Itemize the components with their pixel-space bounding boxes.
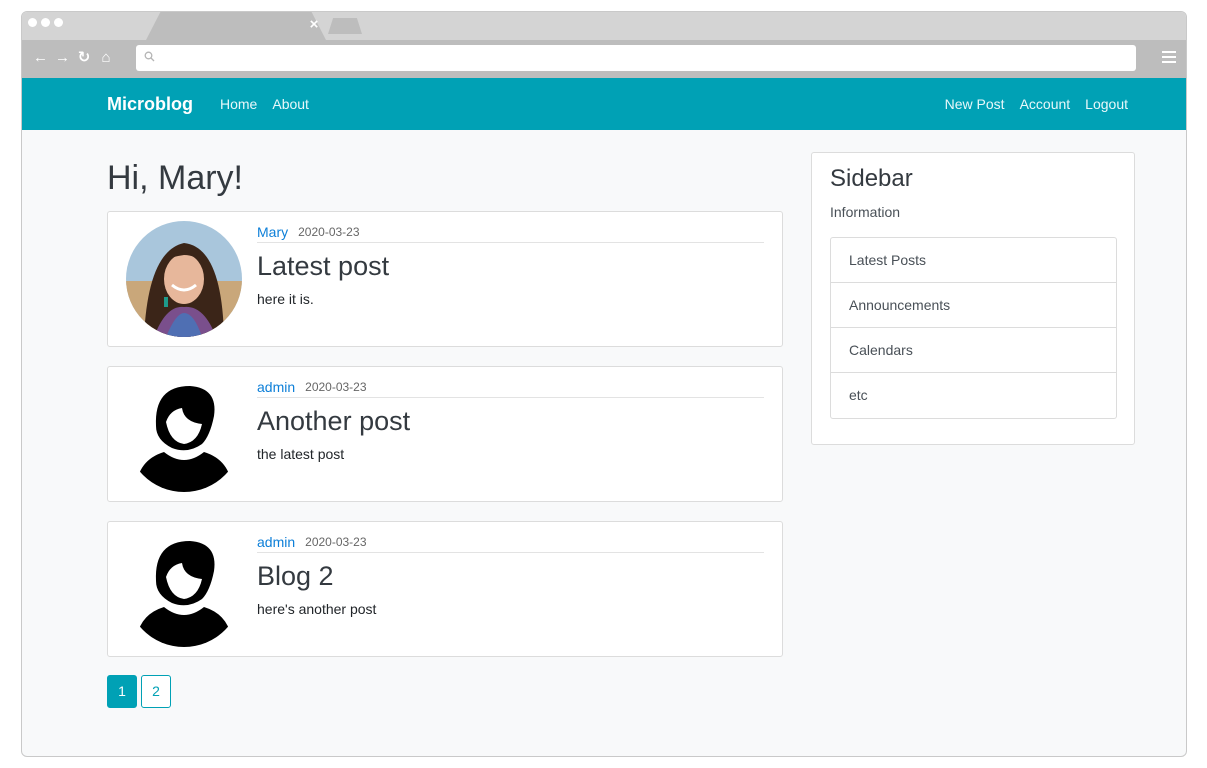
avatar: [126, 531, 242, 647]
nav-about-link[interactable]: About: [272, 95, 309, 113]
nav-logout-link[interactable]: Logout: [1085, 95, 1128, 113]
post-body: admin 2020-03-23 Another post the latest…: [257, 367, 764, 463]
pagination: 1 2: [107, 675, 171, 708]
post-body: Mary 2020-03-23 Latest post here it is.: [257, 212, 764, 308]
nav-home-link[interactable]: Home: [220, 95, 257, 113]
post-title: Latest post: [257, 251, 390, 281]
post-date: 2020-03-23: [298, 225, 360, 239]
tab-close-icon[interactable]: ×: [307, 17, 321, 33]
minimize-window-dot[interactable]: [41, 18, 50, 27]
post-card: admin 2020-03-23 Another post the latest…: [107, 366, 783, 502]
avatar: [126, 221, 242, 337]
post-date: 2020-03-23: [305, 535, 367, 549]
avatar: [126, 376, 242, 492]
nav-left: Home About: [220, 95, 309, 113]
maximize-window-dot[interactable]: [54, 18, 63, 27]
title-bar: ×: [22, 12, 1186, 40]
address-bar[interactable]: [136, 45, 1136, 71]
sidebar-item-calendars[interactable]: Calendars: [831, 328, 1116, 373]
close-window-dot[interactable]: [28, 18, 37, 27]
nav-new-post-link[interactable]: New Post: [945, 95, 1005, 113]
sidebar-item-latest-posts[interactable]: Latest Posts: [831, 238, 1116, 283]
post-date: 2020-03-23: [305, 380, 367, 394]
sidebar-list: Latest Posts Announcements Calendars etc: [830, 237, 1117, 419]
post-card: Mary 2020-03-23 Latest post here it is.: [107, 211, 783, 347]
forward-arrow-icon[interactable]: →: [55, 49, 70, 67]
post-meta: Mary 2020-03-23: [257, 212, 764, 243]
browser-toolbar: ← → ↻ ⌂: [22, 40, 1186, 78]
reload-icon[interactable]: ↻: [77, 49, 91, 67]
new-tab-button[interactable]: [328, 18, 362, 34]
page-2-button[interactable]: 2: [141, 675, 171, 708]
post-title: Blog 2: [257, 561, 334, 591]
search-icon: [144, 49, 155, 67]
site-brand[interactable]: Microblog: [107, 93, 193, 115]
post-text: here it is.: [257, 291, 314, 307]
sidebar-title: Sidebar: [830, 165, 913, 192]
site-navbar: Microblog Home About New Post Account Lo…: [22, 78, 1186, 130]
sidebar-card: Sidebar Information Latest Posts Announc…: [811, 152, 1135, 445]
home-icon[interactable]: ⌂: [99, 49, 113, 67]
post-text: the latest post: [257, 446, 345, 462]
window-controls: [28, 18, 63, 27]
nav-account-link[interactable]: Account: [1020, 95, 1071, 113]
page-title: Hi, Mary!: [107, 159, 243, 197]
nav-right: New Post Account Logout: [945, 95, 1128, 113]
browser-tab[interactable]: [146, 12, 326, 40]
post-author-link[interactable]: admin: [257, 378, 295, 396]
post-meta: admin 2020-03-23: [257, 522, 764, 553]
post-body: admin 2020-03-23 Blog 2 here's another p…: [257, 522, 764, 618]
post-author-link[interactable]: Mary: [257, 223, 288, 241]
page-1-button[interactable]: 1: [107, 675, 137, 708]
sidebar-subtitle: Information: [830, 204, 901, 220]
post-title: Another post: [257, 406, 411, 436]
browser-menu-icon[interactable]: [1162, 51, 1176, 65]
browser-nav-buttons: ← → ↻ ⌂: [33, 49, 113, 67]
post-card: admin 2020-03-23 Blog 2 here's another p…: [107, 521, 783, 657]
back-arrow-icon[interactable]: ←: [33, 49, 48, 67]
page-content: Hi, Mary! Mary 2020-03-23 Latest post he…: [22, 130, 1186, 742]
post-author-link[interactable]: admin: [257, 533, 295, 551]
browser-window: × ← → ↻ ⌂ Microblog Home About New Post …: [21, 11, 1187, 757]
sidebar-item-announcements[interactable]: Announcements: [831, 283, 1116, 328]
default-avatar-icon: [126, 376, 242, 492]
sidebar-item-etc[interactable]: etc: [831, 373, 1116, 418]
post-text: here's another post: [257, 601, 377, 617]
photo-avatar-image: [126, 221, 242, 337]
post-meta: admin 2020-03-23: [257, 367, 764, 398]
default-avatar-icon: [126, 531, 242, 647]
